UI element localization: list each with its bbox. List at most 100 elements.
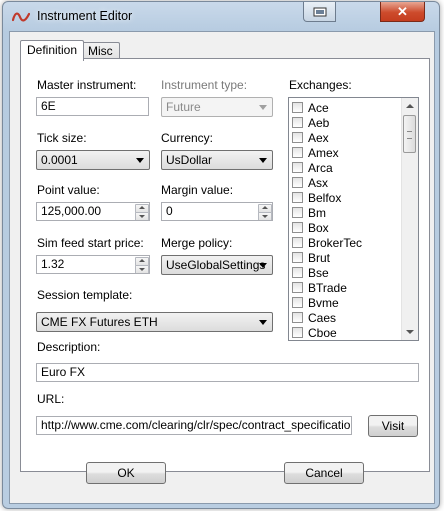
arrow-down-icon [139, 215, 145, 218]
exchange-checkbox[interactable] [292, 207, 303, 218]
session-template-label: Session template: [37, 288, 133, 302]
exchange-label: Caes [308, 310, 337, 325]
exchange-checkbox[interactable] [292, 312, 303, 323]
exchange-label: Belfox [308, 190, 342, 205]
exchange-label: Asx [308, 175, 329, 190]
exchange-label: Arca [308, 160, 333, 175]
exchange-label: Bm [308, 205, 326, 220]
tab-misc[interactable]: Misc [81, 42, 120, 59]
close-button[interactable]: ✕ [380, 2, 425, 22]
exchange-item[interactable]: Aex [292, 130, 329, 145]
exchange-label: Amex [308, 145, 339, 160]
arrow-down-icon [262, 215, 268, 218]
currency-select[interactable]: UsDollar [161, 150, 273, 170]
exchange-item[interactable]: Ace [292, 100, 329, 115]
exchange-checkbox[interactable] [292, 192, 303, 203]
point-value-label: Point value: [37, 183, 100, 197]
spin-down-button[interactable] [135, 265, 149, 273]
arrow-down-icon [139, 268, 145, 271]
sim-feed-start-price-input[interactable]: 1.32 [36, 255, 150, 274]
session-template-value: CME FX Futures ETH [41, 315, 158, 329]
exchange-checkbox[interactable] [292, 117, 303, 128]
master-instrument-label: Master instrument: [37, 78, 137, 92]
chevron-down-icon [259, 158, 267, 163]
exchange-item[interactable]: Asx [292, 175, 328, 190]
arrow-up-icon [139, 259, 145, 262]
exchange-item[interactable]: Arca [292, 160, 333, 175]
exchange-item[interactable]: Bm [292, 205, 326, 220]
exchange-label: Bvme [308, 295, 339, 310]
exchange-checkbox[interactable] [292, 282, 303, 293]
scrollbar-thumb[interactable] [403, 115, 416, 153]
client-area: Definition Misc Master instrument: 6E In… [9, 31, 435, 504]
point-value-input[interactable]: 125,000.00 [36, 202, 150, 221]
merge-policy-value: UseGlobalSettings [166, 258, 266, 272]
exchange-item[interactable]: Bse [292, 265, 329, 280]
chevron-down-icon [136, 158, 144, 163]
margin-value-input[interactable]: 0 [161, 202, 273, 221]
exchange-checkbox[interactable] [292, 222, 303, 233]
exchange-label: Brut [308, 250, 331, 265]
margin-value-text: 0 [166, 204, 173, 218]
arrow-up-icon [139, 206, 145, 209]
help-icon [313, 7, 326, 16]
exchange-checkbox[interactable] [292, 297, 303, 308]
spin-down-button[interactable] [258, 212, 272, 220]
currency-label: Currency: [161, 131, 214, 145]
tick-size-select[interactable]: 0.0001 [36, 150, 150, 170]
merge-policy-select[interactable]: UseGlobalSettings [161, 255, 273, 275]
instrument-type-select: Future [161, 97, 273, 117]
exchange-checkbox[interactable] [292, 267, 303, 278]
spin-down-button[interactable] [135, 212, 149, 220]
exchanges-list[interactable]: Ace Aeb Aex Amex Arca Asx Belfox Bm Box BrokerTec… [288, 97, 419, 341]
exchange-checkbox[interactable] [292, 132, 303, 143]
scroll-down-icon[interactable] [406, 330, 414, 334]
ok-button[interactable]: OK [86, 462, 166, 484]
visit-button[interactable]: Visit [368, 415, 418, 437]
exchange-label: BrokerTec [308, 235, 363, 250]
title-bar[interactable]: Instrument Editor ✕ [3, 2, 439, 32]
exchange-item[interactable]: BTrade [292, 280, 347, 295]
session-template-select[interactable]: CME FX Futures ETH [36, 312, 273, 332]
scroll-up-icon[interactable] [406, 104, 414, 108]
exchange-label: Aeb [308, 115, 330, 130]
exchange-checkbox[interactable] [292, 102, 303, 113]
exchange-item[interactable]: Brut [292, 250, 330, 265]
master-instrument-input[interactable]: 6E [36, 97, 149, 116]
exchange-checkbox[interactable] [292, 237, 303, 248]
tab-definition[interactable]: Definition [20, 40, 85, 61]
exchange-item[interactable]: Belfox [292, 190, 341, 205]
tick-size-value: 0.0001 [41, 153, 78, 167]
exchange-checkbox[interactable] [292, 177, 303, 188]
exchange-item[interactable]: Aeb [292, 115, 329, 130]
cancel-button[interactable]: Cancel [284, 462, 364, 484]
margin-value-spinner[interactable] [258, 204, 272, 220]
exchange-item[interactable]: Bvme [292, 295, 339, 310]
point-value-spinner[interactable] [135, 204, 149, 220]
help-button[interactable] [303, 2, 336, 22]
exchanges-scrollbar[interactable] [401, 98, 418, 340]
sim-feed-spinner[interactable] [135, 257, 149, 273]
exchange-checkbox[interactable] [292, 327, 303, 338]
description-label: Description: [37, 340, 101, 354]
chevron-down-icon [259, 320, 267, 325]
exchange-item[interactable]: Caes [292, 310, 336, 325]
description-input[interactable]: Euro FX [36, 363, 419, 382]
exchange-label: Box [308, 220, 329, 235]
margin-value-label: Margin value: [161, 183, 234, 197]
merge-policy-label: Merge policy: [161, 236, 233, 250]
exchange-checkbox[interactable] [292, 252, 303, 263]
app-logo-icon [12, 12, 30, 22]
chevron-down-icon [259, 105, 267, 110]
exchange-item[interactable]: Amex [292, 145, 339, 160]
exchange-item[interactable]: Cboe [292, 325, 337, 340]
chevron-down-icon [259, 263, 267, 268]
exchange-checkbox[interactable] [292, 162, 303, 173]
sim-feed-start-price-label: Sim feed start price: [37, 236, 144, 250]
exchange-item[interactable]: BrokerTec [292, 235, 362, 250]
exchange-item[interactable]: Box [292, 220, 329, 235]
exchange-checkbox[interactable] [292, 147, 303, 158]
exchange-label: Cboe [308, 325, 337, 340]
url-input[interactable]: http://www.cme.com/clearing/clr/spec/con… [36, 416, 352, 435]
point-value-text: 125,000.00 [41, 204, 102, 218]
